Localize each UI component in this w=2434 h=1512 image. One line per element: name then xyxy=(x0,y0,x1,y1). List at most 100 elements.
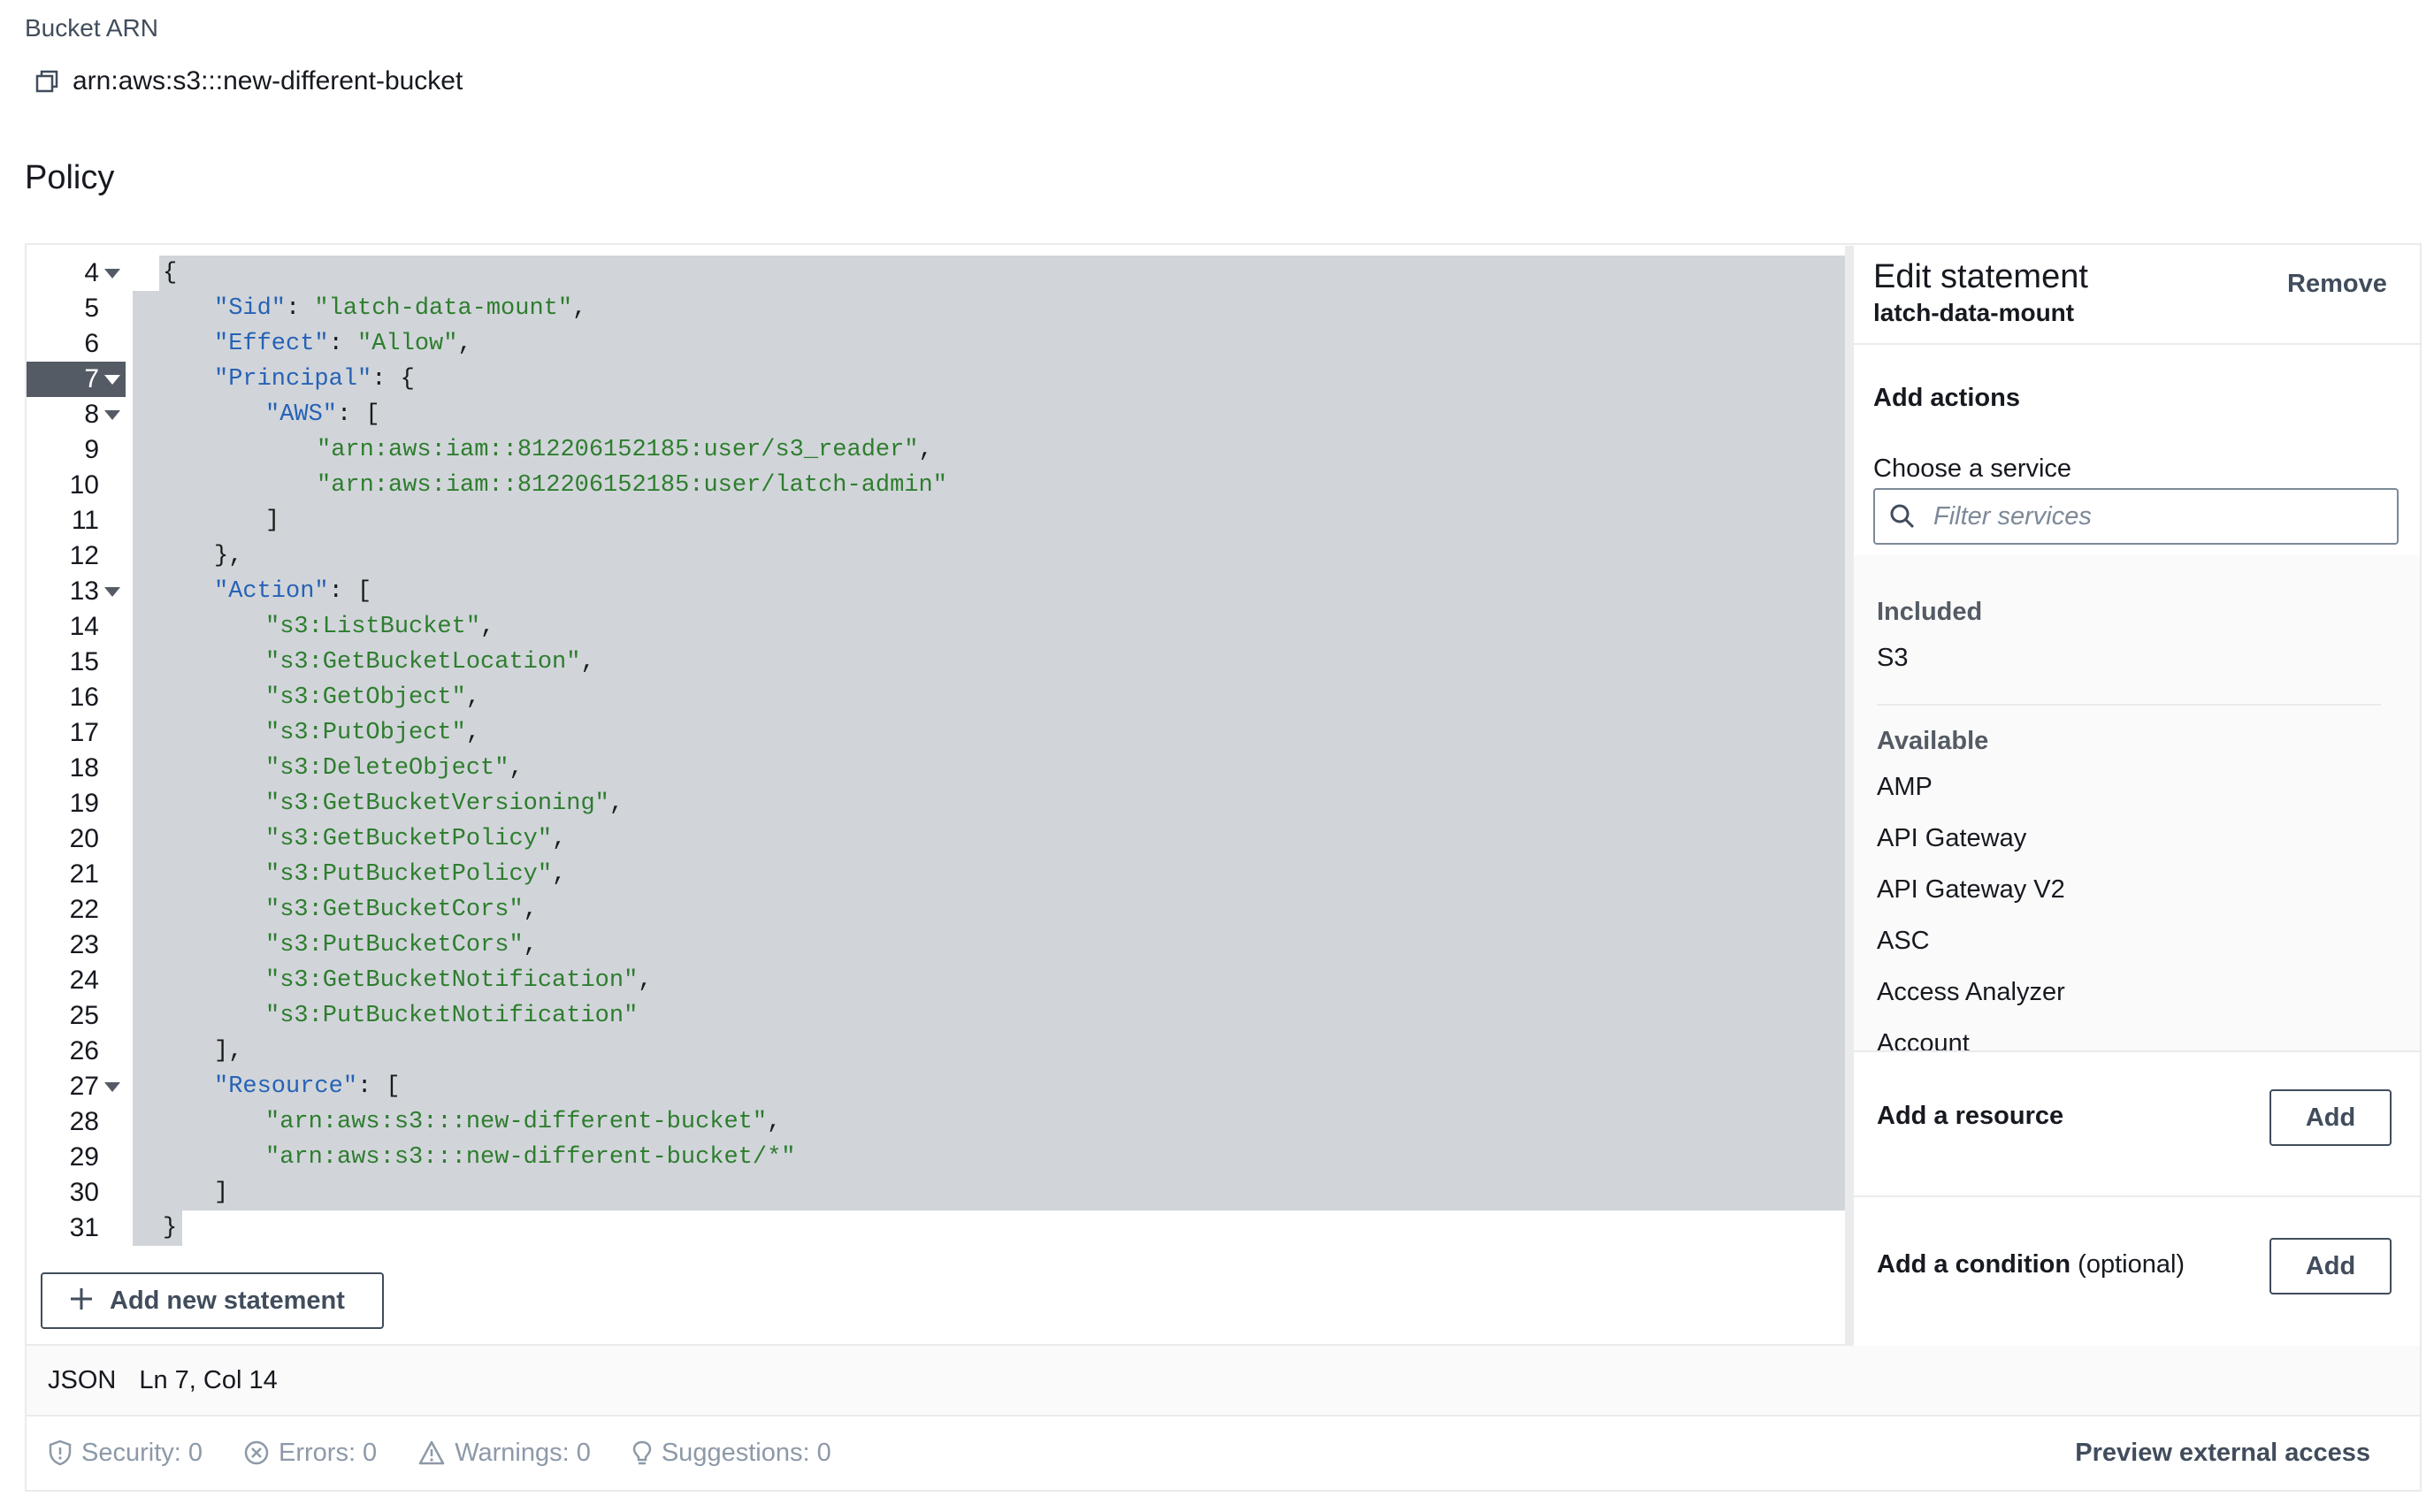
string-token: "s3:PutBucketPolicy" xyxy=(265,861,553,888)
line-number: 22 xyxy=(69,895,99,924)
line-number: 15 xyxy=(69,647,99,676)
string-token: "arn:aws:iam::812206152185:user/s3_reade… xyxy=(317,437,919,463)
code-line: "s3:GetBucketCors", xyxy=(265,892,538,928)
fold-toggle-icon[interactable] xyxy=(104,269,120,279)
punctuation-token: , xyxy=(552,826,567,852)
add-new-statement-label: Add new statement xyxy=(110,1286,345,1315)
security-tab[interactable]: Security: 0 xyxy=(48,1439,203,1468)
panel-resize-handle[interactable] xyxy=(1845,246,1854,1346)
punctuation-token: : { xyxy=(371,366,415,393)
line-number: 16 xyxy=(69,683,99,712)
punctuation-token: , xyxy=(608,790,624,817)
string-token: "arn:aws:s3:::new-different-bucket/*" xyxy=(265,1144,796,1171)
add-condition-button[interactable]: Add xyxy=(2269,1238,2392,1294)
warning-icon xyxy=(418,1440,445,1465)
security-count: Security: 0 xyxy=(81,1438,203,1467)
add-new-statement-button[interactable]: Add new statement xyxy=(41,1272,384,1329)
bucket-arn-value: arn:aws:s3:::new-different-bucket xyxy=(73,66,463,95)
line-number: 8 xyxy=(84,400,99,429)
remove-statement-button[interactable]: Remove xyxy=(2287,270,2387,299)
line-number: 27 xyxy=(69,1072,99,1101)
line-number: 26 xyxy=(69,1036,99,1065)
code-line: "s3:GetBucketVersioning", xyxy=(265,786,624,821)
string-token: "s3:GetBucketLocation" xyxy=(265,649,581,676)
service-item[interactable]: API Gateway xyxy=(1877,824,2026,853)
service-item[interactable]: Account xyxy=(1877,1029,1970,1050)
punctuation-token: , xyxy=(552,861,567,888)
line-number: 30 xyxy=(69,1178,99,1207)
line-number: 21 xyxy=(69,859,99,889)
filter-services-input[interactable] xyxy=(1932,500,2377,532)
line-number: 5 xyxy=(84,294,99,323)
lightbulb-icon xyxy=(632,1440,652,1465)
preview-external-access-button[interactable]: Preview external access xyxy=(2075,1439,2370,1468)
code-line: "Effect": "Allow", xyxy=(214,326,472,362)
punctuation-token: : xyxy=(328,331,358,357)
editor-status-bar: JSON Ln 7, Col 14 xyxy=(27,1344,2420,1415)
string-token: "s3:DeleteObject" xyxy=(265,755,509,782)
code-line: "Resource": [ xyxy=(214,1069,401,1104)
status-language: JSON xyxy=(48,1365,117,1394)
punctuation-token: ], xyxy=(214,1038,243,1065)
warnings-tab[interactable]: Warnings: 0 xyxy=(417,1439,591,1468)
punctuation-token: : [ xyxy=(328,578,372,605)
code-editor[interactable]: {"Sid": "latch-data-mount", "Effect": "Al… xyxy=(27,249,1845,1256)
service-item[interactable]: AMP xyxy=(1877,773,1933,802)
suggestions-count: Suggestions: 0 xyxy=(661,1438,831,1467)
service-item[interactable]: ASC xyxy=(1877,927,1930,956)
service-item[interactable]: Access Analyzer xyxy=(1877,978,2065,1007)
filter-services-box[interactable] xyxy=(1873,488,2399,545)
selection-highlight xyxy=(133,1034,1845,1069)
line-number: 6 xyxy=(84,329,99,358)
string-token: "latch-data-mount" xyxy=(314,295,573,322)
code-line: "AWS": [ xyxy=(265,397,380,432)
errors-count: Errors: 0 xyxy=(279,1438,378,1467)
included-service-item[interactable]: S3 xyxy=(1877,644,1908,673)
code-line: "arn:aws:s3:::new-different-bucket/*" xyxy=(265,1140,796,1175)
fold-toggle-icon[interactable] xyxy=(104,410,120,420)
line-number: 12 xyxy=(69,541,99,570)
error-icon xyxy=(244,1440,269,1465)
add-resource-button[interactable]: Add xyxy=(2269,1089,2392,1146)
selection-highlight xyxy=(133,397,1845,432)
add-condition-heading: Add a condition (optional) xyxy=(1877,1250,2185,1279)
punctuation-token: , xyxy=(480,614,495,640)
errors-tab[interactable]: Errors: 0 xyxy=(243,1439,377,1468)
divider xyxy=(1854,343,2420,345)
line-number: 4 xyxy=(84,258,99,287)
code-line: "arn:aws:iam::812206152185:user/s3_reade… xyxy=(317,432,933,468)
choose-service-label: Choose a service xyxy=(1873,454,2072,483)
code-line: "Sid": "latch-data-mount", xyxy=(214,291,586,326)
suggestions-tab[interactable]: Suggestions: 0 xyxy=(631,1439,831,1468)
string-token: "s3:GetBucketPolicy" xyxy=(265,826,553,852)
punctuation-token: } xyxy=(163,1215,178,1241)
add-resource-label: Add a resource xyxy=(1877,1102,2064,1130)
punctuation-token: , xyxy=(523,897,538,923)
code-line: "s3:PutBucketPolicy", xyxy=(265,857,566,892)
string-token: "s3:GetBucketCors" xyxy=(265,897,524,923)
fold-toggle-icon[interactable] xyxy=(104,587,120,597)
code-line: ] xyxy=(214,1175,228,1210)
service-item[interactable]: API Gateway V2 xyxy=(1877,875,2065,905)
line-number: 23 xyxy=(69,930,99,959)
string-token: "s3:PutBucketNotification" xyxy=(265,1003,639,1029)
code-line: } xyxy=(163,1210,177,1246)
punctuation-token: , xyxy=(465,684,481,711)
divider xyxy=(1854,1050,2420,1052)
code-line: }, xyxy=(214,538,242,574)
key-token: "AWS" xyxy=(265,401,338,428)
optional-label: (optional) xyxy=(2078,1250,2185,1279)
line-number: 11 xyxy=(71,506,99,535)
string-token: "arn:aws:iam::812206152185:user/latch-ad… xyxy=(317,472,947,499)
fold-toggle-icon[interactable] xyxy=(104,375,120,385)
punctuation-token: : [ xyxy=(337,401,380,428)
selection-highlight xyxy=(159,256,1845,291)
punctuation-token: , xyxy=(457,331,472,357)
issue-summary-bar: Security: 0 Errors: 0 Warnings: 0 Sugges… xyxy=(27,1415,2420,1489)
copy-icon[interactable] xyxy=(35,70,58,93)
service-list[interactable]: Included S3 Available AMP API Gateway AP… xyxy=(1854,555,2420,1050)
code-line: "s3:GetBucketPolicy", xyxy=(265,821,566,857)
plus-icon xyxy=(69,1287,94,1316)
fold-toggle-icon[interactable] xyxy=(104,1082,120,1092)
warnings-count: Warnings: 0 xyxy=(455,1438,591,1467)
